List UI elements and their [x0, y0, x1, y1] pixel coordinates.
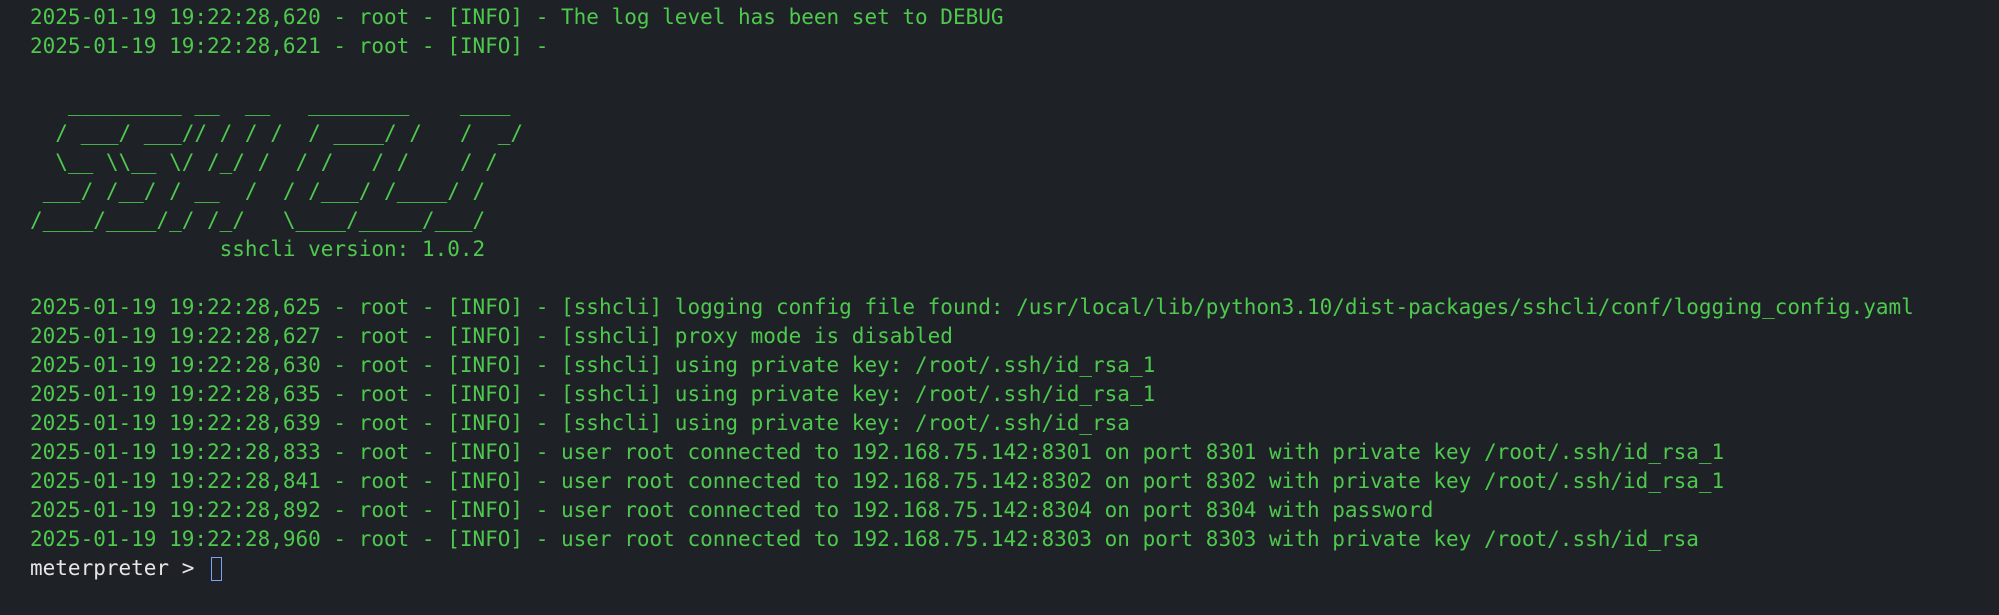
log-line: 2025-01-19 19:22:28,620 - root - [INFO] … — [30, 5, 1004, 29]
terminal-output: 2025-01-19 19:22:28,620 - root - [INFO] … — [30, 3, 1914, 583]
text-cursor[interactable] — [211, 556, 223, 581]
log-line: 2025-01-19 19:22:28,639 - root - [INFO] … — [30, 411, 1130, 435]
log-line: 2025-01-19 19:22:28,630 - root - [INFO] … — [30, 353, 1156, 377]
log-line: 2025-01-19 19:22:28,841 - root - [INFO] … — [30, 469, 1725, 493]
prompt-label: meterpreter > — [30, 556, 208, 580]
log-line: 2025-01-19 19:22:28,627 - root - [INFO] … — [30, 324, 953, 348]
log-line: 2025-01-19 19:22:28,635 - root - [INFO] … — [30, 382, 1156, 406]
log-line: 2025-01-19 19:22:28,960 - root - [INFO] … — [30, 527, 1699, 551]
log-line: 2025-01-19 19:22:28,892 - root - [INFO] … — [30, 498, 1434, 522]
log-line: 2025-01-19 19:22:28,621 - root - [INFO] … — [30, 34, 549, 58]
log-line: 2025-01-19 19:22:28,625 - root - [INFO] … — [30, 295, 1914, 319]
command-prompt-row[interactable]: meterpreter > — [30, 554, 1914, 583]
log-line: 2025-01-19 19:22:28,833 - root - [INFO] … — [30, 440, 1725, 464]
terminal-window[interactable]: 2025-01-19 19:22:28,620 - root - [INFO] … — [0, 0, 1999, 615]
ascii-banner: _________ __ __ ________ ____ / ___/ ___… — [30, 92, 524, 261]
